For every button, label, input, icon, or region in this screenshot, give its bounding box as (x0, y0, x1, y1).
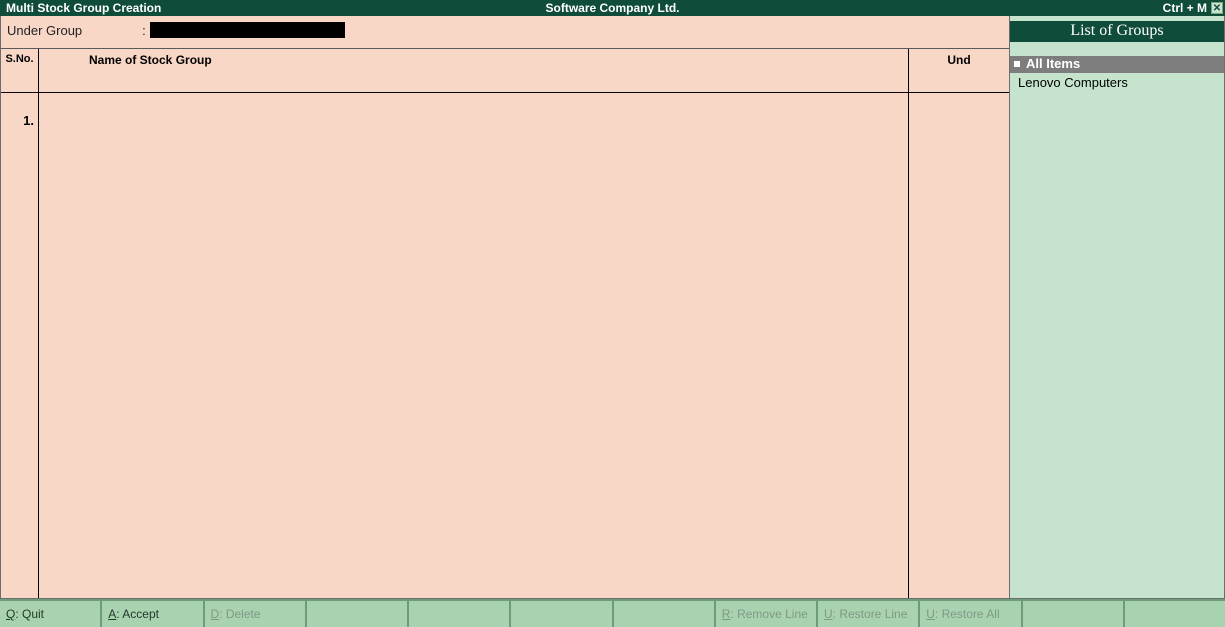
side-item-lenovo[interactable]: Lenovo Computers (1010, 73, 1224, 90)
quit-button[interactable]: Q: Quit (0, 601, 102, 627)
colon: : (142, 23, 146, 38)
form-area: Under Group : (1, 16, 1009, 49)
cell-under[interactable] (909, 93, 1009, 598)
col-header-name: Name of Stock Group (39, 49, 909, 92)
empty-slot-2 (409, 601, 511, 627)
company-name: Software Company Ltd. (545, 1, 679, 15)
empty-slot-3 (511, 601, 613, 627)
empty-slot-5 (1023, 601, 1125, 627)
accept-button[interactable]: A: Accept (102, 601, 204, 627)
table-row[interactable]: 1. (1, 93, 1009, 598)
remove-line-button[interactable]: R: Remove Line (716, 601, 818, 627)
cell-sno: 1. (1, 93, 39, 598)
bottom-bar: Q: Quit A: Accept D: Delete R: Remove Li… (0, 599, 1225, 627)
under-group-input[interactable] (150, 22, 345, 38)
empty-slot-4 (614, 601, 716, 627)
empty-slot-6 (1125, 601, 1225, 627)
close-icon[interactable]: ✕ (1211, 2, 1223, 14)
shortcut-hint: Ctrl + M (1163, 1, 1207, 15)
col-header-under: Und (909, 49, 1009, 92)
restore-all-button[interactable]: U: Restore All (920, 601, 1022, 627)
restore-line-button[interactable]: U: Restore Line (818, 601, 920, 627)
main-area: Under Group : S.No. Name of Stock Group … (1, 16, 1009, 598)
side-panel-title: List of Groups (1010, 21, 1224, 42)
empty-slot-1 (307, 601, 409, 627)
side-item-label: All Items (1026, 56, 1080, 71)
side-item-all[interactable]: All Items (1010, 56, 1224, 73)
bullet-icon (1014, 61, 1020, 67)
col-header-sno: S.No. (1, 49, 39, 92)
grid-body: 1. (1, 93, 1009, 598)
delete-button[interactable]: D: Delete (205, 601, 307, 627)
screen-title: Multi Stock Group Creation (0, 1, 161, 15)
side-panel: List of Groups All Items Lenovo Computer… (1009, 16, 1224, 598)
grid-header: S.No. Name of Stock Group Und (1, 49, 1009, 93)
title-bar: Multi Stock Group Creation Software Comp… (0, 0, 1225, 16)
under-group-label: Under Group (7, 23, 82, 38)
cell-name[interactable] (39, 93, 909, 598)
